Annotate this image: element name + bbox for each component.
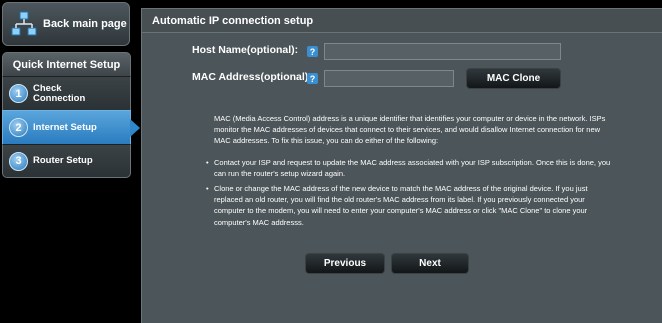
step-label-internet-setup: Internet Setup	[33, 121, 97, 133]
previous-button[interactable]: Previous	[305, 253, 385, 274]
back-main-page-label: Back main page	[43, 18, 127, 30]
setup-panel: Automatic IP connection setup Host Name(…	[141, 8, 662, 323]
mac-description: MAC (Media Access Control) address is a …	[206, 113, 614, 232]
mac-option-clone: Clone or change the MAC address of the n…	[206, 183, 614, 228]
mac-clone-button[interactable]: MAC Clone	[466, 68, 561, 89]
panel-title: Automatic IP connection setup	[142, 9, 662, 33]
step-label-line2: Connection	[33, 92, 86, 104]
mac-address-input[interactable]	[324, 70, 454, 87]
mac-option-contact-isp: Contact your ISP and request to update t…	[206, 157, 614, 179]
mac-intro-text: MAC (Media Access Control) address is a …	[214, 114, 606, 146]
steps-header: Quick Internet Setup	[2, 52, 131, 76]
step-check-connection[interactable]: 1 Check Connection	[2, 76, 131, 110]
mac-address-label: MAC Address(optional)	[192, 71, 309, 83]
host-name-label: Host Name(optional):	[192, 44, 299, 56]
step-label-check-connection: Check Connection	[33, 83, 86, 104]
network-topology-icon	[11, 11, 37, 36]
host-name-help-icon[interactable]: ?	[307, 46, 318, 57]
step-router-setup[interactable]: 3 Router Setup	[2, 144, 131, 178]
step-internet-setup[interactable]: 2 Internet Setup	[2, 110, 140, 144]
step-label-router-setup: Router Setup	[33, 155, 93, 166]
back-main-page-button[interactable]: Back main page	[2, 2, 130, 46]
step-number-2: 2	[9, 118, 28, 137]
mac-options-list: Contact your ISP and request to update t…	[206, 157, 614, 228]
quick-setup-steps: Quick Internet Setup 1 Check Connection …	[2, 52, 140, 180]
next-button[interactable]: Next	[391, 253, 469, 274]
step-number-1: 1	[9, 84, 28, 103]
mac-address-help-icon[interactable]: ?	[307, 73, 318, 84]
step-number-3: 3	[9, 151, 28, 171]
host-name-input[interactable]	[324, 43, 561, 60]
